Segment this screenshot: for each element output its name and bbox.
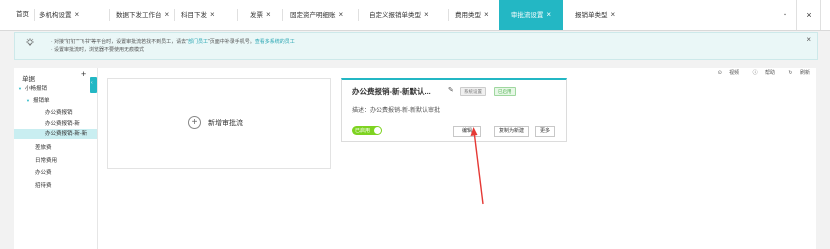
annotation-arrow bbox=[470, 127, 484, 205]
